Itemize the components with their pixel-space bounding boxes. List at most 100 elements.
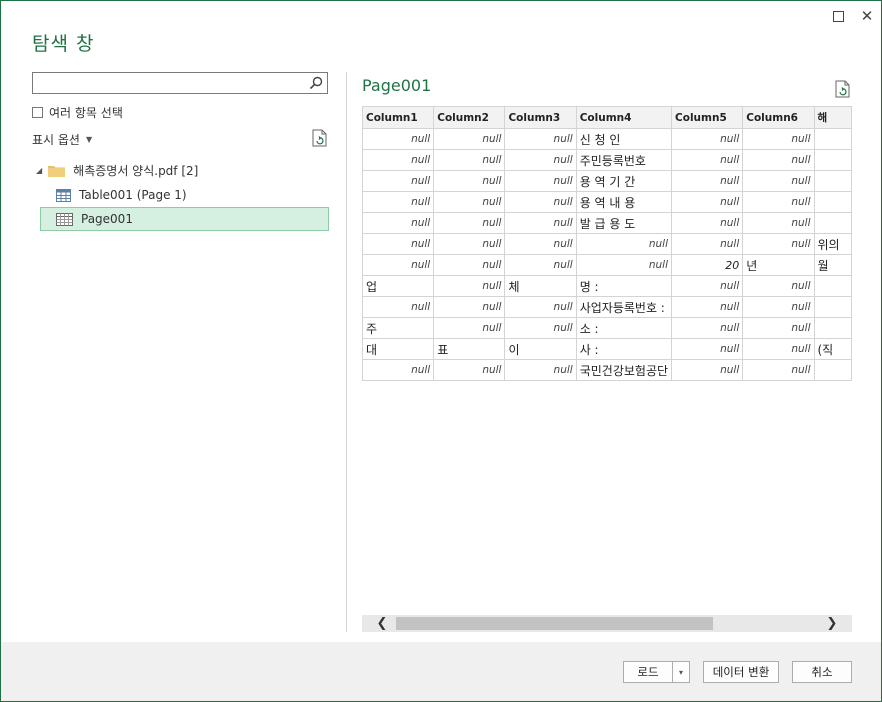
- scroll-right-icon[interactable]: ❯: [822, 615, 842, 632]
- table-cell[interactable]: 사업자등록번호 :: [575, 296, 673, 318]
- table-cell[interactable]: null: [504, 191, 577, 213]
- table-cell[interactable]: null: [433, 254, 506, 276]
- table-cell[interactable]: null: [671, 212, 744, 234]
- column-header[interactable]: Column5: [671, 106, 744, 129]
- table-cell[interactable]: null: [671, 149, 744, 171]
- scrollbar-thumb[interactable]: [396, 617, 713, 630]
- table-cell[interactable]: null: [504, 128, 577, 150]
- table-cell[interactable]: 체: [504, 275, 577, 297]
- table-cell[interactable]: null: [433, 212, 506, 234]
- table-cell[interactable]: null: [433, 296, 506, 318]
- table-cell[interactable]: null: [742, 128, 815, 150]
- load-button[interactable]: 로드: [623, 661, 673, 683]
- expand-triangle-icon[interactable]: ◢: [36, 166, 42, 175]
- table-cell[interactable]: null: [504, 170, 577, 192]
- column-header[interactable]: Column3: [504, 106, 577, 129]
- table-cell[interactable]: [813, 212, 852, 234]
- table-cell[interactable]: 소 :: [575, 317, 673, 339]
- table-cell[interactable]: null: [433, 170, 506, 192]
- search-icon[interactable]: [309, 76, 323, 90]
- table-cell[interactable]: null: [742, 296, 815, 318]
- table-cell[interactable]: null: [671, 191, 744, 213]
- table-cell[interactable]: null: [742, 170, 815, 192]
- table-cell[interactable]: null: [362, 212, 435, 234]
- table-cell[interactable]: (직: [813, 338, 852, 360]
- table-cell[interactable]: null: [362, 359, 435, 381]
- table-cell[interactable]: null: [504, 149, 577, 171]
- table-cell[interactable]: [813, 296, 852, 318]
- table-cell[interactable]: null: [362, 254, 435, 276]
- table-cell[interactable]: null: [504, 317, 577, 339]
- table-cell[interactable]: null: [362, 149, 435, 171]
- horizontal-scrollbar[interactable]: ❮ ❯: [362, 615, 852, 632]
- table-cell[interactable]: null: [671, 170, 744, 192]
- table-cell[interactable]: null: [362, 191, 435, 213]
- scroll-left-icon[interactable]: ❮: [372, 615, 392, 632]
- table-cell[interactable]: null: [742, 317, 815, 339]
- table-cell[interactable]: null: [362, 170, 435, 192]
- table-cell[interactable]: 업: [362, 275, 435, 297]
- table-cell[interactable]: null: [742, 233, 815, 255]
- column-header[interactable]: Column2: [433, 106, 506, 129]
- table-cell[interactable]: 신 청 인: [575, 128, 673, 150]
- table-cell[interactable]: 년: [742, 254, 815, 276]
- table-cell[interactable]: null: [742, 338, 815, 360]
- table-cell[interactable]: 발 급 용 도: [575, 212, 673, 234]
- table-cell[interactable]: null: [671, 233, 744, 255]
- table-cell[interactable]: null: [504, 212, 577, 234]
- table-cell[interactable]: 이: [504, 338, 577, 360]
- table-cell[interactable]: [813, 275, 852, 297]
- table-cell[interactable]: 월: [813, 254, 852, 276]
- table-cell[interactable]: [813, 149, 852, 171]
- table-cell[interactable]: 용 역 내 용: [575, 191, 673, 213]
- table-cell[interactable]: 국민건강보험공단: [575, 359, 673, 381]
- table-cell[interactable]: null: [742, 212, 815, 234]
- table-cell[interactable]: 명 :: [575, 275, 673, 297]
- multi-select-option[interactable]: 여러 항목 선택: [32, 104, 123, 120]
- refresh-icon[interactable]: [312, 129, 328, 147]
- table-cell[interactable]: 위의: [813, 233, 852, 255]
- table-cell[interactable]: null: [742, 149, 815, 171]
- table-cell[interactable]: null: [742, 359, 815, 381]
- table-cell[interactable]: [813, 317, 852, 339]
- tree-item-page001[interactable]: Page001: [40, 207, 329, 231]
- table-cell[interactable]: null: [575, 254, 673, 276]
- close-button[interactable]: ✕: [856, 5, 878, 27]
- table-cell[interactable]: [813, 359, 852, 381]
- table-cell[interactable]: 용 역 기 간: [575, 170, 673, 192]
- column-header[interactable]: 해: [813, 106, 852, 129]
- table-cell[interactable]: null: [575, 233, 673, 255]
- table-cell[interactable]: null: [671, 317, 744, 339]
- column-header[interactable]: Column4: [575, 106, 673, 129]
- transform-data-button[interactable]: 데이터 변환: [703, 661, 779, 683]
- cancel-button[interactable]: 취소: [792, 661, 852, 683]
- table-cell[interactable]: [813, 128, 852, 150]
- table-cell[interactable]: null: [504, 359, 577, 381]
- table-cell[interactable]: null: [671, 359, 744, 381]
- maximize-button[interactable]: [827, 5, 849, 27]
- refresh-preview-icon[interactable]: [835, 80, 851, 98]
- table-cell[interactable]: null: [742, 275, 815, 297]
- tree-item-table001[interactable]: Table001 (Page 1): [56, 183, 187, 207]
- column-header[interactable]: Column6: [742, 106, 815, 129]
- table-cell[interactable]: null: [671, 296, 744, 318]
- table-cell[interactable]: null: [362, 233, 435, 255]
- table-cell[interactable]: null: [504, 296, 577, 318]
- table-cell[interactable]: null: [671, 275, 744, 297]
- table-cell[interactable]: [813, 170, 852, 192]
- table-cell[interactable]: [813, 191, 852, 213]
- table-cell[interactable]: null: [362, 296, 435, 318]
- table-cell[interactable]: null: [433, 233, 506, 255]
- table-cell[interactable]: null: [362, 128, 435, 150]
- load-dropdown-button[interactable]: ▾: [672, 661, 690, 683]
- table-cell[interactable]: 사 :: [575, 338, 673, 360]
- table-cell[interactable]: null: [433, 149, 506, 171]
- table-cell[interactable]: null: [433, 317, 506, 339]
- display-options-button[interactable]: 표시 옵션 ▼: [32, 131, 92, 148]
- table-cell[interactable]: null: [742, 191, 815, 213]
- table-cell[interactable]: 주민등록번호: [575, 149, 673, 171]
- table-cell[interactable]: null: [433, 128, 506, 150]
- table-cell[interactable]: null: [671, 338, 744, 360]
- multi-select-checkbox[interactable]: [32, 106, 43, 118]
- table-cell[interactable]: null: [433, 359, 506, 381]
